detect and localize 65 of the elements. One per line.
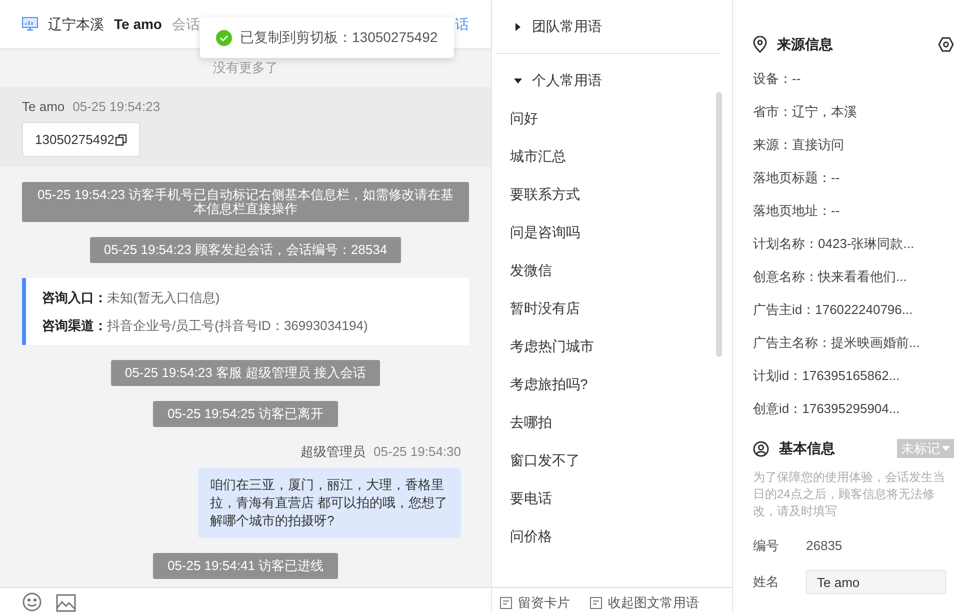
image-icon[interactable]	[56, 594, 76, 612]
phrase-item[interactable]: 问是咨询吗	[496, 213, 720, 251]
info-row-text: 创意名称：快来看看他们...	[753, 268, 908, 286]
notice-text: 为了保障您的使用体验，会话发生当日的24点之后，顾客信息将无法修改，请及时填写	[753, 469, 946, 520]
phone-number: 13050275492	[35, 130, 115, 149]
phrase-item[interactable]: 考虑热门城市	[496, 327, 720, 365]
message-time: 05-25 19:54:23	[72, 98, 160, 116]
field-value: 26835	[806, 537, 842, 556]
copy-icon[interactable]	[114, 134, 127, 146]
system-notice: 05-25 19:54:23 访客手机号已自动标记右侧基本信息栏，如需修改请在基本信息栏直接操作	[22, 182, 469, 222]
info-row-text: 落地页地址：--	[753, 202, 841, 220]
visitor-location: 辽宁本溪	[48, 14, 104, 34]
sender-name: Te amo	[22, 98, 65, 116]
info-value: 未知(暂无入口信息)	[107, 289, 220, 307]
phrase-item[interactable]: 要联系方式	[496, 175, 720, 213]
message-time: 05-25 19:54:30	[374, 443, 461, 461]
system-notice: 05-25 19:54:23 客服 超级管理员 接入会话	[110, 360, 380, 386]
info-row-text: 计划id：176395165862...	[753, 367, 901, 385]
caret-icon	[514, 76, 522, 84]
section-title: 基本信息	[779, 439, 836, 458]
info-row-text: 广告主名称：提米映画婚前...	[753, 334, 921, 352]
info-row-text: 落地页标题：--	[753, 169, 841, 187]
info-row-text: 来源：直接访问	[753, 136, 845, 154]
document-icon	[590, 597, 602, 609]
info-label: 咨询渠道：	[42, 316, 107, 334]
phrase-item[interactable]: 去哪拍	[496, 403, 720, 441]
info-row-text: 广告主id：176022240796...	[753, 301, 914, 319]
user-circle-icon	[753, 440, 769, 456]
info-label: 咨询入口：	[42, 289, 107, 307]
message-bubble: 咱们在三亚，厦门，丽江，大理，香格里拉，青海有直营店 都可以拍的哦，您想了解哪个城市的拍摄呀?	[198, 468, 461, 538]
location-pin-icon	[753, 36, 767, 53]
phrase-item[interactable]: 要电话	[496, 479, 720, 517]
phrase-item[interactable]: 发微信	[496, 251, 720, 289]
phrase-item[interactable]: 问价格	[496, 517, 720, 555]
phrase-item[interactable]: 窗口发不了	[496, 441, 720, 479]
phrase-item[interactable]: 城市汇总	[496, 137, 720, 175]
system-notice: 05-25 19:54:25 访客已离开	[153, 401, 338, 427]
caret-icon	[942, 446, 950, 451]
caret-icon	[514, 22, 522, 30]
document-icon	[500, 597, 512, 609]
settings-icon[interactable]	[938, 37, 954, 52]
monitor-icon	[22, 17, 38, 31]
phrase-item[interactable]: 暂时没有店	[496, 289, 720, 327]
info-row-text: 计划名称：0423-张琳同款...	[753, 235, 916, 253]
no-more-text: 没有更多了	[212, 59, 279, 77]
info-value: 抖音企业号/员工号(抖音号ID：36993034194)	[107, 316, 368, 335]
toast: 已复制到剪切板：13050275492	[200, 17, 454, 58]
emoji-icon[interactable]	[22, 592, 42, 612]
footer-button[interactable]: 留资卡片	[500, 594, 570, 612]
field-label: 编号	[753, 537, 780, 556]
group-header[interactable]: 团队常用语	[496, 0, 720, 53]
info-row-text: 设备：--	[753, 70, 802, 88]
system-notice: 05-25 19:54:23 顾客发起会话，会话编号：28534	[90, 237, 402, 263]
success-check-icon	[216, 30, 232, 46]
footer-button[interactable]: 收起图文常用语	[590, 594, 699, 612]
section-title: 来源信息	[777, 35, 834, 54]
info-row-text: 省市：辽宁，本溪	[753, 103, 858, 121]
sender-name: 超级管理员	[300, 443, 366, 461]
info-row-text: 创意id：176395295904...	[753, 400, 901, 418]
name-input[interactable]: Te amo	[806, 570, 946, 594]
field-label: 姓名	[753, 573, 780, 592]
visitor-name: Te amo	[114, 14, 162, 34]
system-notice: 05-25 19:54:41 访客已进线	[153, 552, 338, 578]
phrase-item[interactable]: 考虑旅拍吗?	[496, 365, 720, 403]
header-label: 会话	[172, 14, 200, 34]
